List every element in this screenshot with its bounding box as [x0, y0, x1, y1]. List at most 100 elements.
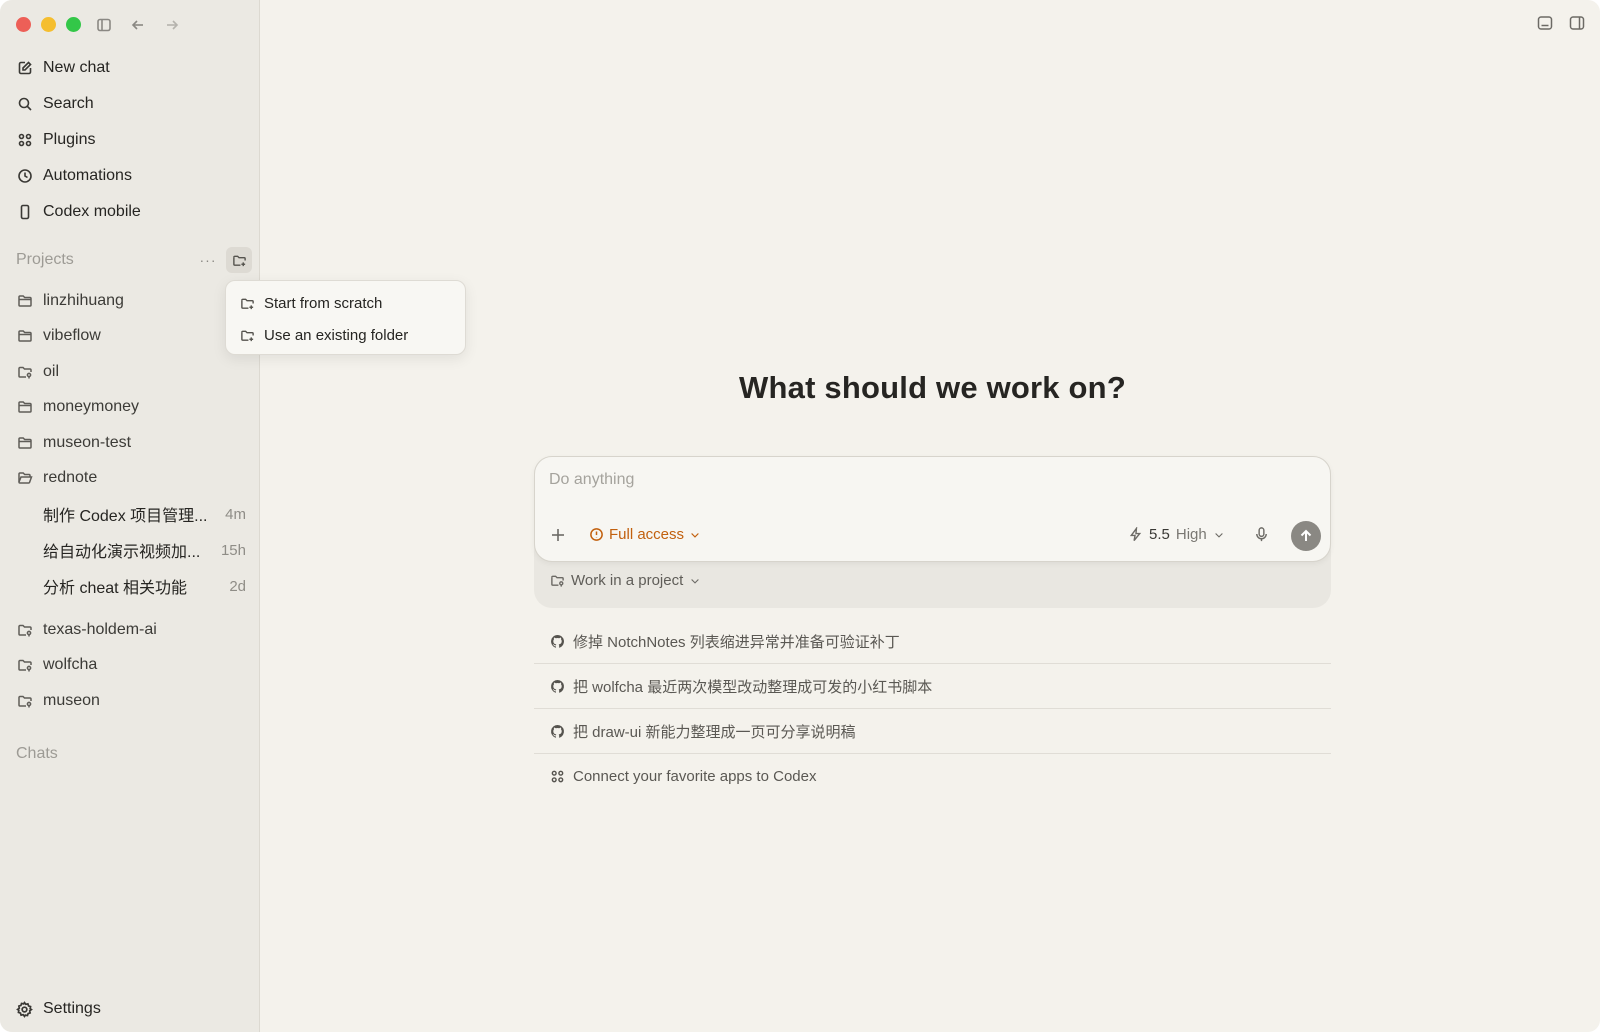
folder-icon [18, 437, 32, 449]
suggestions-list: 修掉 NotchNotes 列表缩进异常并准备可验证补丁 把 wolfcha 最… [534, 619, 1331, 799]
back-button[interactable] [127, 14, 149, 36]
github-icon [551, 724, 564, 738]
folder-git-icon [18, 624, 32, 637]
sidebar-icon [97, 18, 111, 32]
menu-use-existing-folder[interactable]: Use an existing folder [232, 319, 459, 351]
thread-item[interactable]: 分析 cheat 相关功能 2d [8, 568, 252, 604]
project-name: vibeflow [43, 327, 101, 345]
thread-title: 分析 cheat 相关功能 [43, 580, 188, 597]
access-level-dropdown[interactable]: Full access [589, 526, 701, 543]
model-selector[interactable]: 5.5 High [1128, 526, 1225, 543]
folder-add-icon [241, 298, 254, 309]
menu-start-from-scratch[interactable]: Start from scratch [232, 287, 459, 319]
chevron-down-icon [1214, 532, 1223, 538]
terminal-panel-icon[interactable] [1536, 14, 1554, 32]
project-name: museon [43, 691, 100, 709]
nav-codex-mobile[interactable]: Codex mobile [8, 194, 252, 230]
project-picker-label: Work in a project [571, 572, 684, 589]
menu-item-label: Start from scratch [264, 294, 383, 312]
add-project-button[interactable] [226, 247, 252, 273]
project-item[interactable]: museon-test [8, 425, 252, 461]
top-right-controls [1536, 14, 1586, 32]
sidebar-nav: New chat Search Plugins Automations Code… [8, 50, 252, 230]
project-name: rednote [43, 469, 98, 487]
project-name: oil [43, 362, 60, 380]
page-title: What should we work on? [739, 370, 1126, 405]
forward-button[interactable] [161, 14, 183, 36]
project-item[interactable]: linzhihuang [8, 283, 252, 319]
nav-plugins-label: Plugins [43, 131, 96, 148]
menu-item-label: Use an existing folder [264, 326, 409, 344]
prompt-input[interactable] [549, 471, 1249, 489]
window-controls [16, 17, 81, 32]
side-panel-icon[interactable] [1568, 14, 1586, 32]
plus-icon [552, 529, 564, 541]
nav-plugins[interactable]: Plugins [8, 122, 252, 158]
warning-icon [590, 528, 603, 541]
arrow-up-icon [1300, 529, 1312, 541]
nav-new-chat[interactable]: New chat [8, 50, 252, 86]
folder-add-icon [241, 330, 254, 341]
folder-git-icon [551, 575, 564, 587]
projects-header: Projects ··· [16, 247, 252, 273]
chats-title: Chats [16, 745, 58, 762]
search-icon [18, 97, 32, 111]
projects-list: linzhihuang vibeflow oil moneymoney muse… [8, 283, 252, 719]
nav-new-chat-label: New chat [43, 59, 110, 76]
voice-input-button[interactable] [1253, 526, 1270, 548]
arrow-left-icon [131, 20, 143, 30]
settings-label: Settings [43, 1000, 101, 1017]
project-item[interactable]: moneymoney [8, 390, 252, 426]
github-icon [551, 679, 564, 693]
project-item[interactable]: museon [8, 683, 252, 719]
zoom-window-button[interactable] [66, 17, 81, 32]
project-item[interactable]: wolfcha [8, 648, 252, 684]
suggestion-label: 把 draw-ui 新能力整理成一页可分享说明稿 [573, 723, 856, 741]
suggestion-item[interactable]: 把 draw-ui 新能力整理成一页可分享说明稿 [534, 709, 1331, 754]
project-picker-dropdown[interactable]: Work in a project [550, 572, 701, 589]
toggle-sidebar-button[interactable] [93, 14, 115, 36]
settings-button[interactable]: Settings [16, 996, 101, 1022]
app-window: New chat Search Plugins Automations Code… [0, 0, 1600, 1032]
composer-area: Full access 5.5 High Work in a project [534, 456, 1331, 608]
thread-time: 15h [220, 541, 246, 559]
nav-search[interactable]: Search [8, 86, 252, 122]
project-item[interactable]: vibeflow [8, 319, 252, 355]
suggestion-item[interactable]: 修掉 NotchNotes 列表缩进异常并准备可验证补丁 [534, 619, 1331, 664]
close-window-button[interactable] [16, 17, 31, 32]
nav-search-label: Search [43, 95, 94, 112]
folder-add-icon [232, 255, 246, 266]
new-chat-icon [18, 61, 32, 75]
project-item[interactable]: texas-holdem-ai [8, 612, 252, 648]
thread-item[interactable]: 给自动化演示视频加... 15h [8, 532, 252, 568]
chevron-down-icon [691, 578, 700, 584]
projects-more-button[interactable]: ··· [198, 252, 218, 268]
thread-time: 2d [229, 577, 246, 595]
thread-time: 4m [225, 505, 246, 523]
send-button[interactable] [1291, 521, 1321, 551]
project-item-expanded[interactable]: rednote [8, 461, 252, 497]
arrow-right-icon [167, 20, 179, 30]
attach-button[interactable] [549, 526, 569, 546]
thread-item[interactable]: 制作 Codex 项目管理... 4m [8, 496, 252, 532]
suggestion-item[interactable]: 把 wolfcha 最近两次模型改动整理成可发的小红书脚本 [534, 664, 1331, 709]
suggestion-label: 把 wolfcha 最近两次模型改动整理成可发的小红书脚本 [573, 678, 933, 696]
lightning-icon [1129, 527, 1142, 542]
plugins-icon [18, 133, 32, 147]
project-item[interactable]: oil [8, 354, 252, 390]
project-name: moneymoney [43, 398, 140, 416]
project-name: wolfcha [43, 656, 98, 674]
microphone-icon [1256, 527, 1267, 542]
sidebar: New chat Search Plugins Automations Code… [0, 0, 260, 1032]
chats-header: Chats [16, 742, 252, 766]
suggestion-item[interactable]: Connect your favorite apps to Codex [534, 754, 1331, 799]
plugins-icon [551, 770, 564, 783]
project-name: texas-holdem-ai [43, 620, 157, 638]
folder-git-icon [18, 660, 32, 672]
minimize-window-button[interactable] [41, 17, 56, 32]
thread-title: 制作 Codex 项目管理... [43, 508, 208, 525]
project-name: museon-test [43, 433, 132, 451]
gear-icon [16, 1000, 33, 1018]
projects-title: Projects [16, 251, 74, 268]
nav-automations[interactable]: Automations [8, 158, 252, 194]
